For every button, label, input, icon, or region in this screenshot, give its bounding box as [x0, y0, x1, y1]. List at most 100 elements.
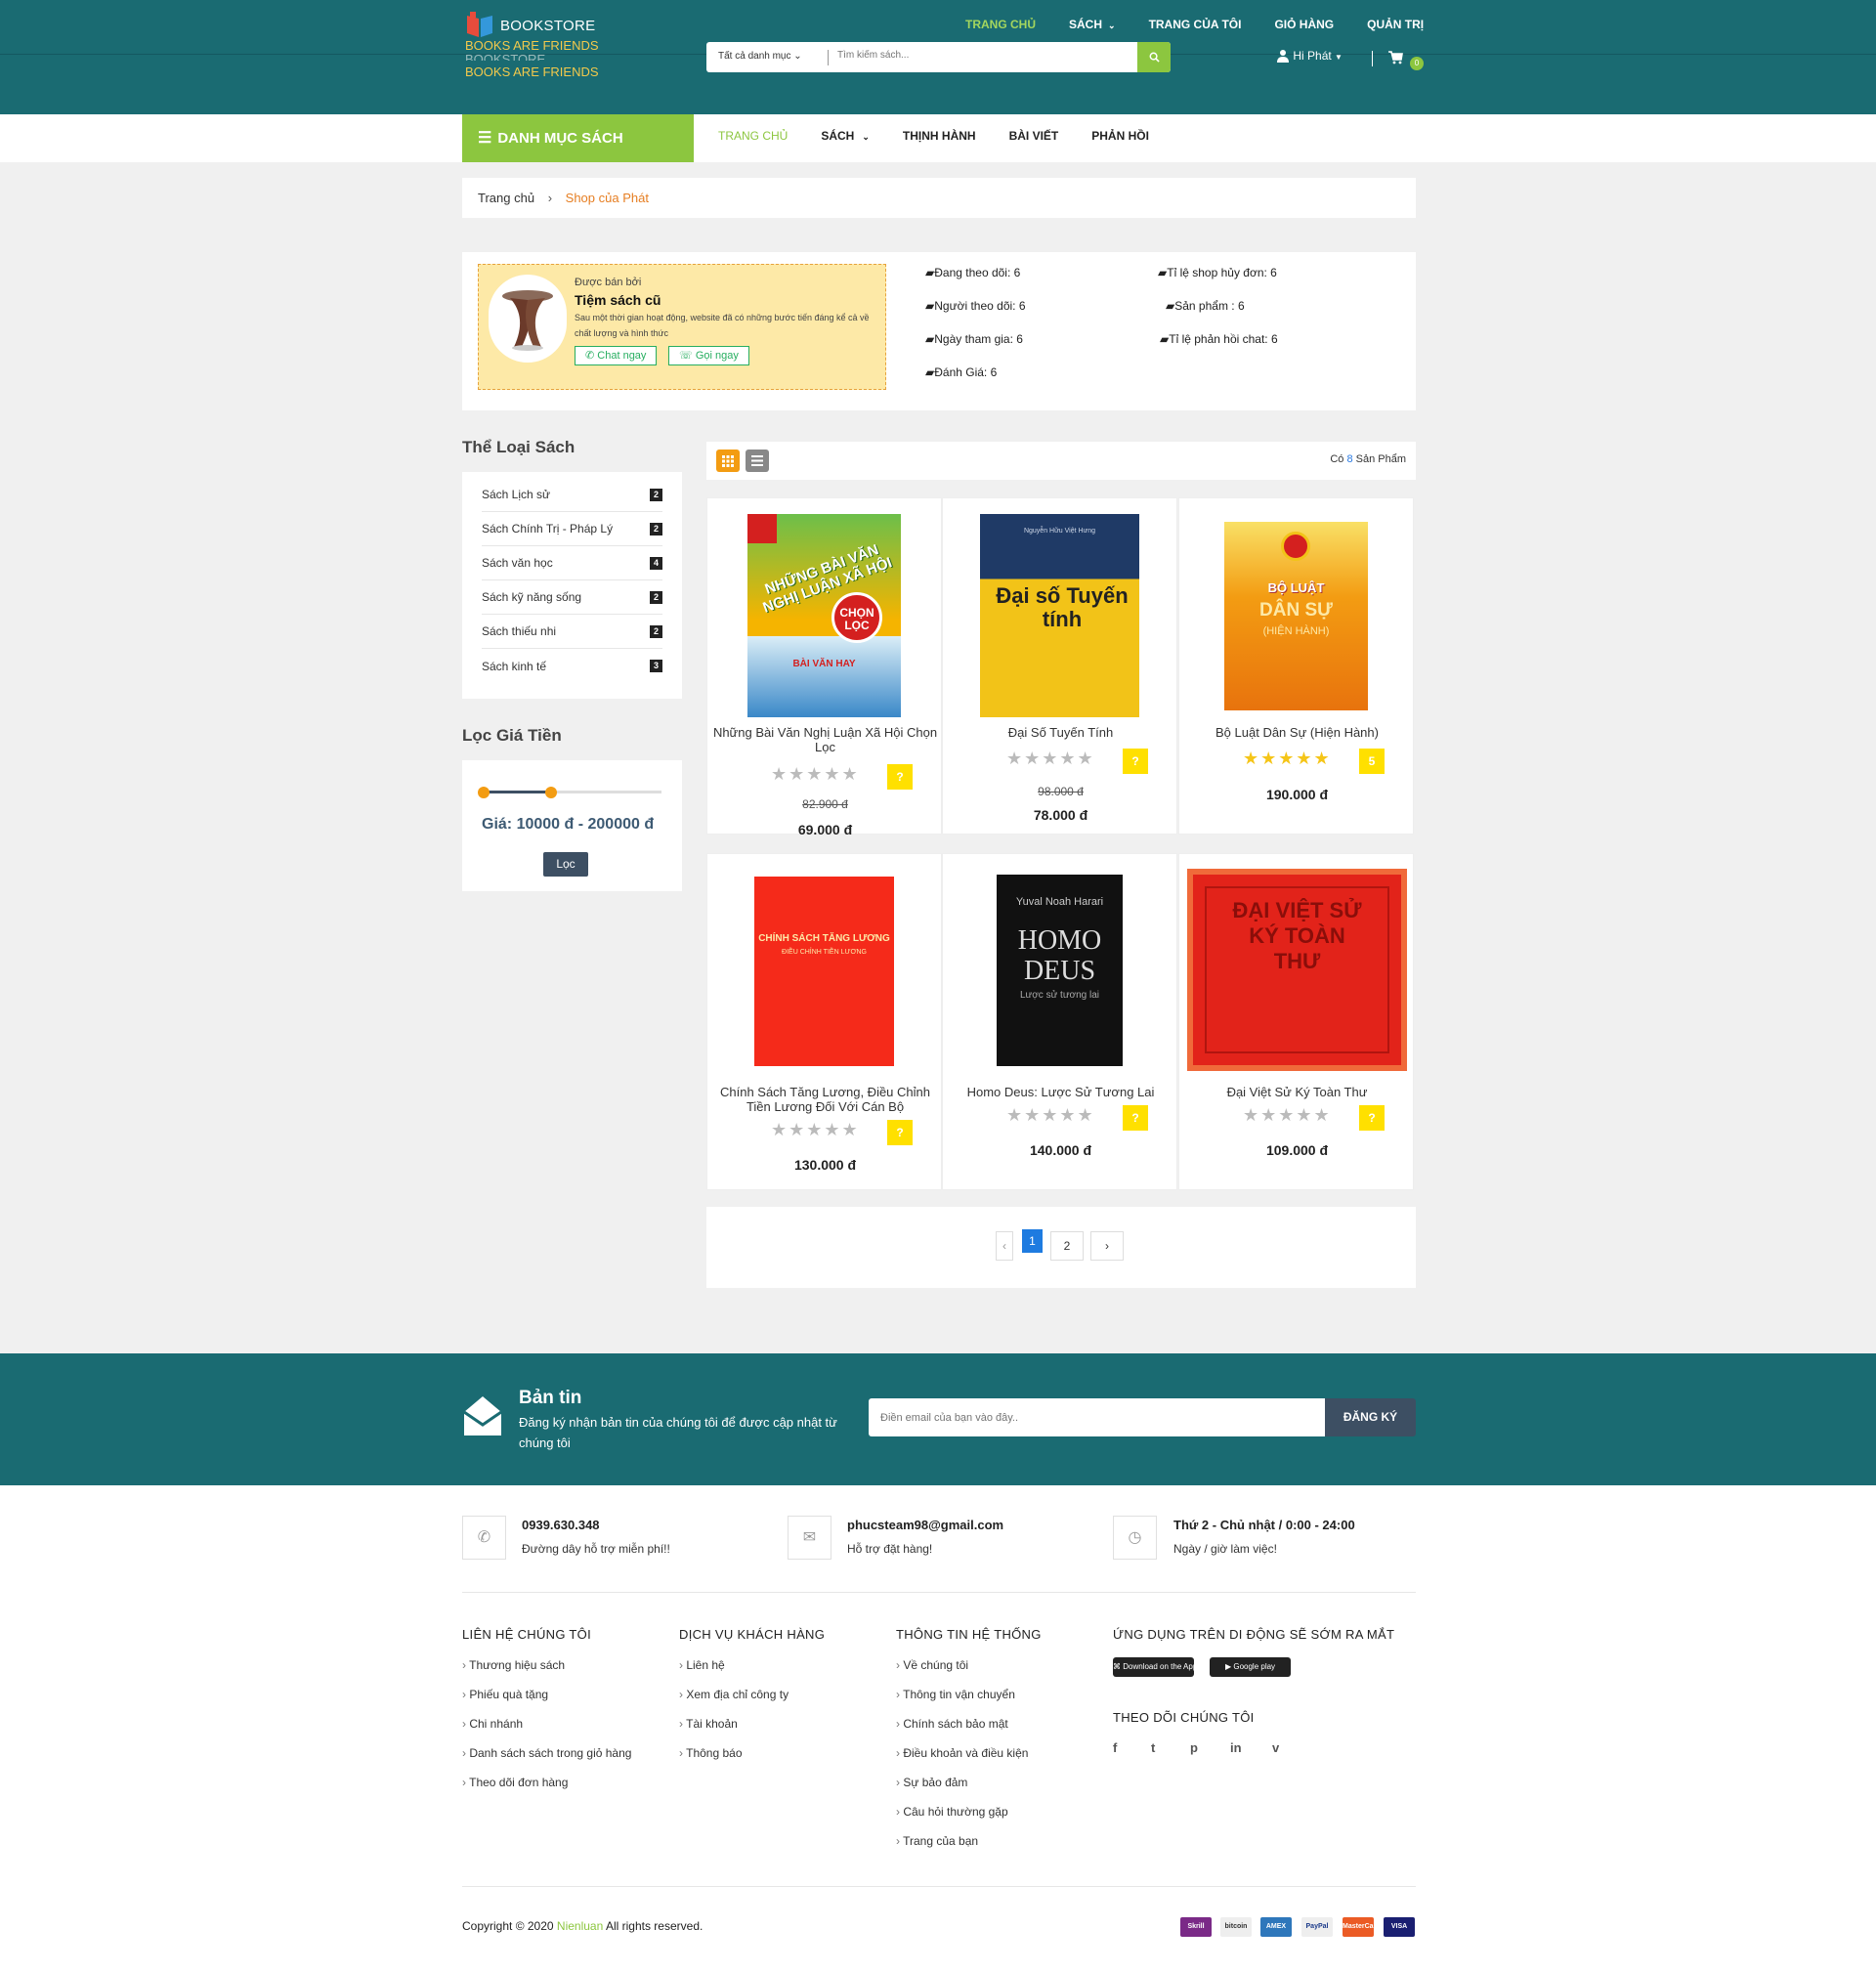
contact-phone[interactable]: 0939.630.348	[522, 1518, 600, 1532]
top-nav-home[interactable]: TRANG CHỦ	[965, 18, 1036, 31]
list-view-button[interactable]	[746, 450, 769, 472]
product-title[interactable]: Bộ Luật Dân Sự (Hiện Hành)	[1179, 725, 1415, 740]
footer-link[interactable]: Thông tin vận chuyển	[896, 1688, 1015, 1701]
top-nav-books-label: SÁCH	[1069, 18, 1103, 31]
cover-subtitle: (HIỆN HÀNH)	[1262, 625, 1330, 637]
nav-books[interactable]: SÁCH ⌄	[821, 129, 870, 143]
top-nav-my-page[interactable]: TRANG CỦA TÔI	[1149, 18, 1242, 31]
pagination-next[interactable]: ›	[1090, 1231, 1124, 1261]
product-card[interactable]: BỘ LUẬT DÂN SỰ (HIỆN HÀNH) Bộ Luật Dân S…	[1178, 497, 1414, 835]
contact-email-note: Hỗ trợ đặt hàng!	[847, 1542, 933, 1556]
stat-following-text: Đang theo dõi: 6	[934, 266, 1021, 279]
footer-link[interactable]: Thông báo	[679, 1746, 742, 1760]
footer-link[interactable]: Chính sách bảo mật	[896, 1717, 1007, 1731]
old-price: 82.900 đ	[802, 797, 848, 811]
vimeo-icon[interactable]: v	[1272, 1740, 1279, 1755]
category-name: Sách văn học	[482, 556, 553, 570]
category-count: 2	[650, 590, 662, 604]
top-nav: TRANG CHỦ SÁCH ⌄ TRANG CỦA TÔI GIỎ HÀNG Q…	[965, 18, 1457, 31]
google-play-button[interactable]: ▶ Google play	[1210, 1657, 1291, 1677]
search-category-select[interactable]: Tất cả danh mục ⌄	[718, 51, 802, 62]
product-card[interactable]: CHÍNH SÁCH TĂNG LƯƠNG ĐIỀU CHỈNH TIỀN LƯ…	[706, 853, 942, 1190]
footer-link[interactable]: Sự bảo đảm	[896, 1776, 967, 1789]
product-card[interactable]: ĐẠI VIỆT SỬ KÝ TOÀN THƯ Đại Việt Sử Ký T…	[1178, 853, 1414, 1190]
footer-link[interactable]: Chi nhánh	[462, 1717, 523, 1731]
product-title[interactable]: Chính Sách Tăng Lương, Điều Chỉnh Tiền L…	[707, 1085, 943, 1114]
product-count: Có 8 Sản Phẩm	[1330, 453, 1406, 465]
price-slider-max-handle[interactable]	[545, 787, 558, 798]
chat-now-button[interactable]: ✆ Chat ngay	[575, 346, 658, 365]
product-count-prefix: Có	[1330, 453, 1344, 465]
category-count: 2	[650, 624, 662, 638]
footer-link[interactable]: Trang của bạn	[896, 1834, 978, 1848]
footer-link[interactable]: Tài khoản	[679, 1717, 738, 1731]
linkedin-icon[interactable]: in	[1230, 1740, 1242, 1755]
footer-link[interactable]: Câu hỏi thường gặp	[896, 1805, 1007, 1819]
book-logo-icon	[467, 12, 492, 37]
category-item[interactable]: Sách Lịch sử 2	[482, 478, 662, 512]
product-title[interactable]: Đại Việt Sử Ký Toàn Thư	[1179, 1085, 1415, 1099]
footer-col1-title: LIÊN HỆ CHÚNG TÔI	[462, 1627, 591, 1642]
footer-link[interactable]: Danh sách sách trong giỏ hàng	[462, 1746, 631, 1760]
product-cover-image[interactable]: Yuval Noah Harari HOMO DEUS Lược sử tươn…	[997, 875, 1123, 1066]
top-nav-admin[interactable]: QUẢN TRỊ	[1367, 18, 1424, 31]
cart-button[interactable]	[1387, 51, 1403, 67]
top-nav-books[interactable]: SÁCH ⌄	[1069, 18, 1116, 31]
pinterest-icon[interactable]: p	[1190, 1740, 1198, 1755]
amex-icon: AMEX	[1260, 1917, 1292, 1937]
bitcoin-icon: bitcoin	[1220, 1917, 1252, 1937]
product-card[interactable]: Yuval Noah Harari HOMO DEUS Lược sử tươn…	[942, 853, 1177, 1190]
footer-link[interactable]: Thương hiệu sách	[462, 1658, 565, 1672]
facebook-icon[interactable]: f	[1113, 1740, 1117, 1755]
nav-home[interactable]: TRANG CHỦ	[718, 129, 788, 143]
footer-link[interactable]: Xem địa chỉ công ty	[679, 1688, 789, 1701]
product-cover-image[interactable]: NHỮNG BÀI VĂN NGHỊ LUẬN XÃ HỘI CHỌN LỌC …	[747, 514, 901, 717]
product-title[interactable]: Đại Số Tuyến Tính	[943, 725, 1178, 740]
category-item[interactable]: Sách văn học 4	[482, 546, 662, 580]
call-now-button[interactable]: ☏ Gọi ngay	[668, 346, 749, 365]
category-item[interactable]: Sách kinh tế 3	[482, 649, 662, 683]
product-cover-image[interactable]: CHÍNH SÁCH TĂNG LƯƠNG ĐIỀU CHỈNH TIỀN LƯ…	[754, 877, 894, 1066]
category-item[interactable]: Sách kỹ năng sống 2	[482, 580, 662, 615]
stat-followers: ▰Người theo dõi: 6	[925, 299, 1026, 313]
filter-button[interactable]: Lọc	[543, 852, 588, 877]
nav-articles[interactable]: BÀI VIẾT	[1009, 129, 1059, 143]
newsletter-email-input[interactable]	[869, 1398, 1328, 1436]
footer: ✆ 0939.630.348 Đường dây hỗ trợ miễn phí…	[0, 1485, 1876, 1971]
user-menu[interactable]: Hi Phát ▼	[1276, 49, 1343, 63]
pagination-page-1[interactable]: 1	[1022, 1229, 1043, 1253]
copyright-brand[interactable]: Nienluan	[557, 1919, 603, 1933]
pagination-prev[interactable]: ‹	[996, 1231, 1013, 1261]
footer-link[interactable]: Điều khoản và điều kiện	[896, 1746, 1028, 1760]
product-cover-image[interactable]: Nguyễn Hữu Việt Hưng Đại số Tuyến tính	[980, 514, 1139, 717]
product-price: 78.000 đ	[1033, 807, 1088, 823]
footer-link[interactable]: Về chúng tôi	[896, 1658, 968, 1672]
app-store-button[interactable]: ⌘ Download on the App Store	[1113, 1657, 1218, 1677]
newsletter-subscribe-button[interactable]: ĐĂNG KÝ	[1325, 1398, 1416, 1436]
product-title[interactable]: Những Bài Văn Nghị Luận Xã Hội Chọn Lọc	[707, 725, 943, 754]
category-menu-button[interactable]: ☰ DANH MỤC SÁCH	[462, 114, 694, 162]
nav-feedback[interactable]: PHẢN HỒI	[1091, 129, 1149, 143]
price-slider-min-handle[interactable]	[478, 787, 490, 798]
footer-link[interactable]: Liên hệ	[679, 1658, 724, 1672]
product-cover-image[interactable]: ĐẠI VIỆT SỬ KÝ TOÀN THƯ	[1187, 869, 1407, 1071]
product-title[interactable]: Homo Deus: Lược Sử Tương Lai	[943, 1085, 1178, 1099]
footer-link[interactable]: Theo dõi đơn hàng	[462, 1776, 568, 1789]
product-card[interactable]: Nguyễn Hữu Việt Hưng Đại số Tuyến tính Đ…	[942, 497, 1177, 835]
top-nav-cart[interactable]: GIỎ HÀNG	[1274, 18, 1334, 31]
product-cover-image[interactable]: BỘ LUẬT DÂN SỰ (HIỆN HÀNH)	[1224, 522, 1368, 710]
newsletter-section: Bản tin Đăng ký nhận bản tin của chúng t…	[0, 1353, 1876, 1485]
chevron-down-icon: ⌄	[862, 132, 870, 142]
product-card[interactable]: NHỮNG BÀI VĂN NGHỊ LUẬN XÃ HỘI CHỌN LỌC …	[706, 497, 943, 837]
breadcrumb-home[interactable]: Trang chủ	[478, 191, 534, 205]
pagination-page-2[interactable]: 2	[1050, 1231, 1084, 1261]
nav-trending[interactable]: THỊNH HÀNH	[903, 129, 976, 143]
twitter-icon[interactable]: t	[1151, 1740, 1155, 1755]
category-item[interactable]: Sách Chính Trị - Pháp Lý 2	[482, 512, 662, 546]
contact-email[interactable]: phucsteam98@gmail.com	[847, 1518, 1003, 1532]
search-button[interactable]	[1137, 42, 1171, 72]
category-item[interactable]: Sách thiếu nhi 2	[482, 615, 662, 649]
grid-view-button[interactable]	[716, 450, 740, 472]
search-input[interactable]	[837, 50, 1130, 61]
footer-link[interactable]: Phiếu quà tặng	[462, 1688, 548, 1701]
